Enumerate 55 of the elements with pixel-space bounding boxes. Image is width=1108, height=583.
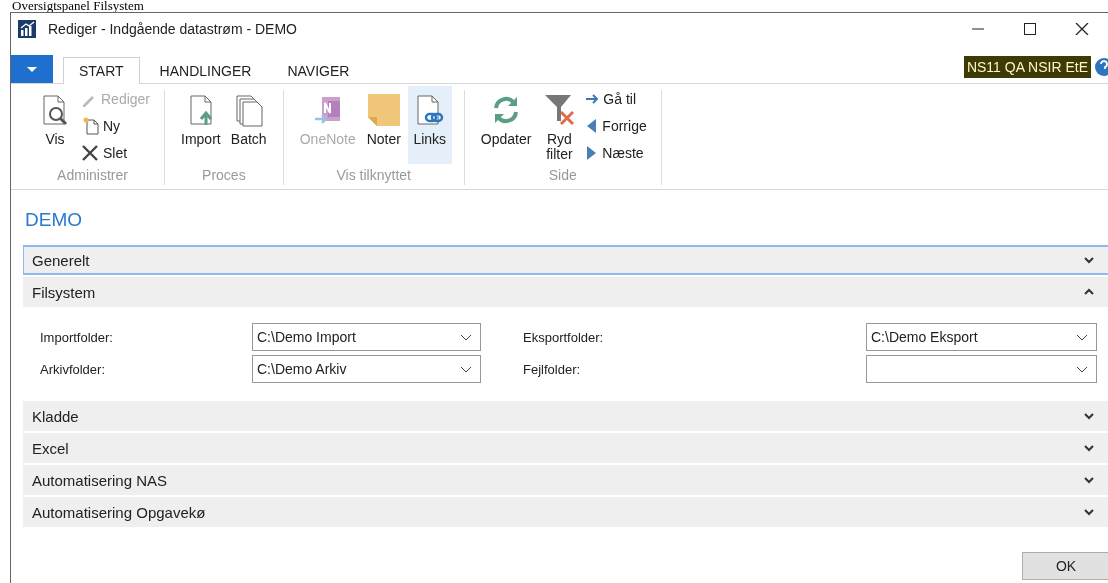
funnel-cross-icon — [544, 94, 575, 126]
ribbon-button[interactable]: Links — [407, 86, 452, 164]
ribbon-button[interactable]: Import — [177, 86, 225, 164]
ok-button[interactable]: OK — [1022, 552, 1108, 580]
section-header[interactable]: Kladde — [23, 401, 1108, 431]
triangle-left-icon — [585, 117, 599, 134]
ribbon-tab[interactable]: NAVIGER — [271, 57, 366, 84]
page-title: DEMO — [25, 209, 83, 230]
ribbon-button[interactable]: Ny — [79, 113, 153, 138]
note-icon — [366, 93, 401, 127]
ribbon-button[interactable]: Ryd filter — [537, 86, 582, 164]
company-badge: NS11 QA NSIR EtE — [963, 55, 1091, 78]
ribbon-button[interactable]: Næste — [583, 140, 649, 165]
close-icon — [81, 143, 99, 162]
group-label: Administrer — [56, 167, 129, 185]
new-document-icon — [81, 116, 99, 135]
section-header[interactable]: Automatisering Opgavekø — [23, 497, 1108, 527]
section-header[interactable]: Automatisering NAS — [23, 465, 1108, 495]
ribbon-button[interactable]: Slet — [79, 140, 153, 165]
field-label: Fejlfolder: — [523, 361, 582, 377]
ribbon-button[interactable]: Noter — [361, 86, 406, 164]
field-label: Eksportfolder: — [523, 329, 605, 345]
notebook-icon — [313, 95, 342, 125]
section-header[interactable]: Filsystem — [23, 277, 1108, 307]
field-label: Importfolder: — [40, 329, 114, 345]
window-title: Rediger - Indgående datastrøm - DEMO — [48, 21, 298, 37]
maximize-icon[interactable] — [1023, 23, 1037, 35]
ribbon-button[interactable]: Forrige — [583, 113, 649, 138]
ribbon-button[interactable]: Vis — [33, 86, 77, 164]
app-menu-button[interactable] — [11, 55, 53, 83]
ribbon-button[interactable]: Batch — [226, 86, 271, 164]
page-caption: Oversigtspanel Filsystem — [12, 0, 144, 12]
group-label: Proces — [201, 167, 247, 185]
document-link-icon — [414, 94, 445, 126]
section-header[interactable]: Excel — [23, 433, 1108, 463]
caret-icon — [27, 66, 37, 72]
stacked-documents-icon — [234, 93, 263, 127]
group-label: Vis tilknyttet — [335, 167, 412, 185]
field-label: Arkivfolder: — [40, 361, 107, 377]
arrow-right-icon — [585, 91, 600, 106]
ribbon-tab[interactable]: HANDLINGER — [143, 57, 268, 84]
ribbon-button[interactable]: Opdater — [476, 86, 536, 164]
magnifier-document-icon — [40, 94, 70, 126]
help-icon[interactable] — [1094, 56, 1108, 77]
close-icon[interactable] — [1075, 23, 1089, 35]
dropdown-field[interactable]: C:\Demo Eksport — [866, 323, 1097, 351]
dropdown-field[interactable] — [866, 355, 1097, 383]
section-header[interactable]: Generelt — [23, 245, 1108, 275]
ribbon-button[interactable]: Gå til — [583, 86, 649, 111]
group-label: Side — [547, 167, 578, 185]
ribbon-tab[interactable]: START — [63, 57, 140, 84]
document-arrow-icon — [187, 94, 214, 126]
app-logo-icon — [18, 20, 36, 38]
dropdown-field[interactable]: C:\Demo Arkiv — [252, 355, 481, 383]
dropdown-field[interactable]: C:\Demo Import — [252, 323, 481, 351]
